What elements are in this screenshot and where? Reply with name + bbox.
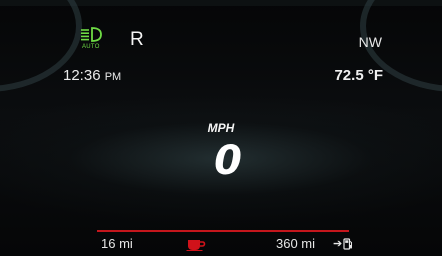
gear-indicator: R — [130, 29, 144, 50]
outside-temperature: 72.5 °F — [334, 67, 383, 84]
trip-distance: 16 mi — [101, 236, 133, 251]
clock-time: 12:36 — [63, 67, 101, 84]
clock: 12:36 PM — [63, 67, 121, 84]
fuel-pump-icon — [343, 238, 352, 250]
range-divider-line — [97, 230, 349, 232]
speed-unit-label: MPH — [207, 121, 235, 135]
headlight-auto-label: AUTO — [82, 44, 100, 50]
coffee-cup-icon — [186, 240, 206, 251]
clock-ampm: PM — [104, 71, 122, 83]
arrow-right-icon: ➔ — [333, 238, 343, 250]
speedometer: 0 — [205, 138, 251, 184]
fuel-range: 360 mi — [276, 236, 316, 251]
instrument-cluster-display: AUTO R NW 12:36 PM 72.5 °F MPH 0 16 mi 3… — [0, 0, 442, 256]
auto-headlight-icon — [81, 27, 102, 42]
speed-value: 0 — [214, 138, 242, 184]
compass-heading: NW — [358, 34, 382, 50]
